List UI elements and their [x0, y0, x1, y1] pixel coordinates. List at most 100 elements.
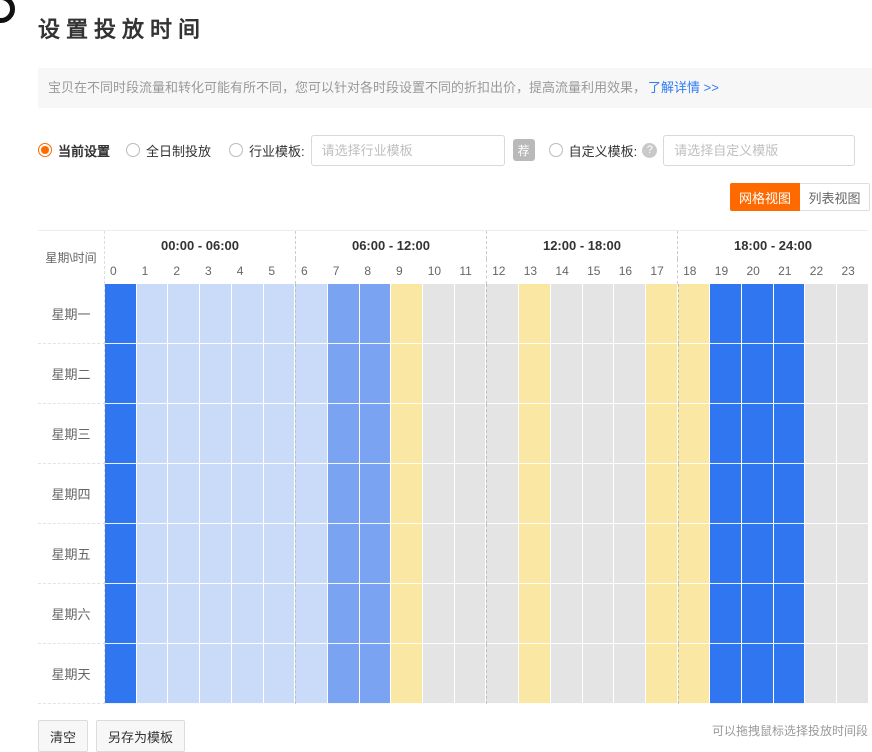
- time-cell[interactable]: [360, 464, 392, 524]
- time-cell[interactable]: [519, 284, 551, 344]
- time-cell[interactable]: [519, 644, 551, 704]
- time-cell[interactable]: [583, 644, 615, 704]
- custom-template-input[interactable]: [663, 135, 855, 166]
- time-cell[interactable]: [200, 344, 232, 404]
- time-cell[interactable]: [646, 524, 678, 584]
- industry-template-input[interactable]: [311, 135, 505, 166]
- time-cell[interactable]: [137, 524, 169, 584]
- time-cell[interactable]: [232, 524, 264, 584]
- time-cell[interactable]: [774, 284, 806, 344]
- time-cell[interactable]: [710, 464, 742, 524]
- time-cell[interactable]: [423, 404, 455, 464]
- time-cell[interactable]: [646, 464, 678, 524]
- time-cell[interactable]: [805, 284, 837, 344]
- radio-industry-template-icon[interactable]: [229, 143, 243, 157]
- time-cell[interactable]: [678, 404, 711, 464]
- radio-current-settings-icon[interactable]: [38, 143, 52, 157]
- time-cell[interactable]: [264, 584, 296, 644]
- radio-full-day-icon[interactable]: [126, 143, 140, 157]
- time-cell[interactable]: [486, 344, 519, 404]
- time-cell[interactable]: [295, 464, 328, 524]
- time-cell[interactable]: [391, 464, 423, 524]
- time-cell[interactable]: [455, 404, 487, 464]
- time-cell[interactable]: [486, 524, 519, 584]
- time-cell[interactable]: [328, 344, 360, 404]
- time-cell[interactable]: [455, 284, 487, 344]
- time-cell[interactable]: [232, 284, 264, 344]
- time-cell[interactable]: [678, 464, 711, 524]
- grid-view-button[interactable]: 网格视图: [730, 183, 800, 211]
- time-cell[interactable]: [360, 404, 392, 464]
- time-cell[interactable]: [455, 344, 487, 404]
- time-cell[interactable]: [551, 464, 583, 524]
- time-cell[interactable]: [646, 584, 678, 644]
- time-cell[interactable]: [295, 344, 328, 404]
- time-cell[interactable]: [583, 284, 615, 344]
- time-cell[interactable]: [486, 584, 519, 644]
- time-cell[interactable]: [423, 644, 455, 704]
- time-cell[interactable]: [551, 644, 583, 704]
- time-cell[interactable]: [391, 524, 423, 584]
- time-cell[interactable]: [137, 584, 169, 644]
- time-cell[interactable]: [774, 584, 806, 644]
- time-cell[interactable]: [614, 404, 646, 464]
- time-cell[interactable]: [264, 464, 296, 524]
- time-cell[interactable]: [137, 464, 169, 524]
- time-cell[interactable]: [168, 404, 200, 464]
- time-cell[interactable]: [105, 404, 137, 464]
- time-cell[interactable]: [295, 284, 328, 344]
- time-cell[interactable]: [614, 644, 646, 704]
- time-cell[interactable]: [486, 464, 519, 524]
- time-cell[interactable]: [837, 644, 868, 704]
- time-cell[interactable]: [486, 404, 519, 464]
- time-cell[interactable]: [519, 464, 551, 524]
- time-cell[interactable]: [583, 404, 615, 464]
- time-cell[interactable]: [646, 284, 678, 344]
- time-cell[interactable]: [646, 344, 678, 404]
- time-cell[interactable]: [423, 344, 455, 404]
- time-cell[interactable]: [678, 344, 711, 404]
- time-cell[interactable]: [200, 404, 232, 464]
- time-cell[interactable]: [391, 644, 423, 704]
- time-cell[interactable]: [837, 524, 868, 584]
- time-cell[interactable]: [551, 524, 583, 584]
- time-cell[interactable]: [264, 344, 296, 404]
- time-cell[interactable]: [774, 344, 806, 404]
- time-cell[interactable]: [710, 584, 742, 644]
- time-cell[interactable]: [105, 284, 137, 344]
- time-cell[interactable]: [742, 584, 774, 644]
- time-cell[interactable]: [551, 284, 583, 344]
- time-cell[interactable]: [805, 644, 837, 704]
- time-cell[interactable]: [614, 344, 646, 404]
- time-cell[interactable]: [678, 584, 711, 644]
- time-cell[interactable]: [295, 404, 328, 464]
- time-cell[interactable]: [551, 344, 583, 404]
- time-cell[interactable]: [168, 644, 200, 704]
- time-cell[interactable]: [105, 524, 137, 584]
- time-cell[interactable]: [583, 464, 615, 524]
- time-cell[interactable]: [168, 584, 200, 644]
- time-cell[interactable]: [614, 524, 646, 584]
- time-cell[interactable]: [646, 404, 678, 464]
- time-cell[interactable]: [837, 404, 868, 464]
- time-cell[interactable]: [614, 584, 646, 644]
- time-cell[interactable]: [774, 464, 806, 524]
- time-cell[interactable]: [519, 404, 551, 464]
- time-cell[interactable]: [168, 464, 200, 524]
- time-cell[interactable]: [774, 644, 806, 704]
- time-cell[interactable]: [423, 284, 455, 344]
- time-cell[interactable]: [423, 464, 455, 524]
- time-cell[interactable]: [328, 644, 360, 704]
- time-cell[interactable]: [360, 644, 392, 704]
- time-cell[interactable]: [837, 464, 868, 524]
- time-cell[interactable]: [774, 404, 806, 464]
- time-cell[interactable]: [295, 524, 328, 584]
- time-cell[interactable]: [264, 644, 296, 704]
- time-cell[interactable]: [200, 524, 232, 584]
- time-cell[interactable]: [805, 344, 837, 404]
- time-cell[interactable]: [455, 464, 487, 524]
- help-icon[interactable]: ?: [642, 143, 657, 158]
- time-cell[interactable]: [742, 284, 774, 344]
- option-full-day[interactable]: 全日制投放: [126, 141, 211, 160]
- time-cell[interactable]: [328, 584, 360, 644]
